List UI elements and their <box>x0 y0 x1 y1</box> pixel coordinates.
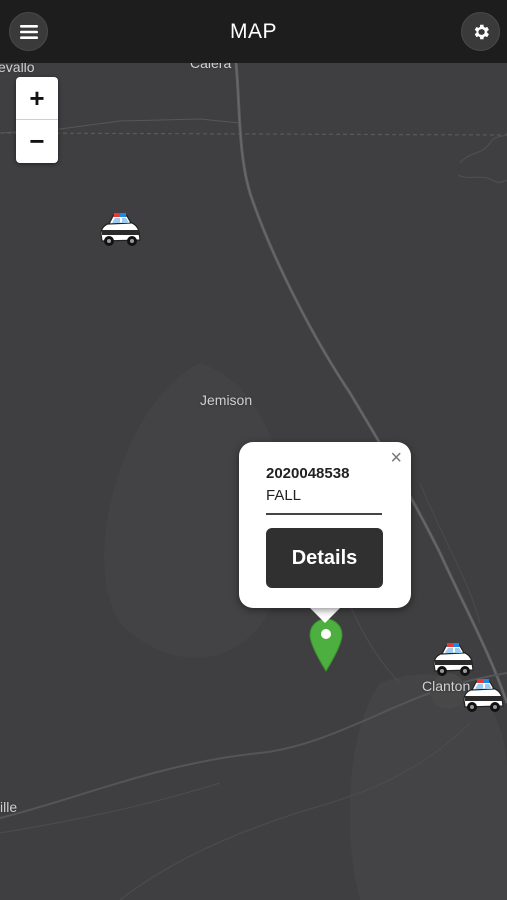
settings-button[interactable] <box>461 12 500 51</box>
page-title: MAP <box>229 20 277 43</box>
zoom-in-button[interactable]: + <box>16 77 58 120</box>
incident-type: FALL <box>266 487 302 504</box>
details-button[interactable]: Details <box>266 528 383 588</box>
police-car-icon[interactable] <box>97 210 143 248</box>
app-header: MAP <box>0 0 507 63</box>
map-pin-icon[interactable] <box>309 618 343 672</box>
police-car-icon[interactable] <box>460 676 506 714</box>
zoom-control: + − <box>16 77 58 163</box>
zoom-out-button[interactable]: − <box>16 120 58 162</box>
incident-number: 2020048538 <box>266 465 350 482</box>
place-label-center: Jemison <box>200 392 253 408</box>
police-car-icon[interactable] <box>430 640 476 678</box>
gear-icon <box>474 24 489 39</box>
place-label-bottom-left: ille <box>0 799 18 815</box>
incident-popup: × 2020048538 FALL Details <box>239 442 411 608</box>
popup-divider <box>266 513 382 515</box>
place-label-top-left: evallo <box>0 63 35 75</box>
place-label-top-center: Calera <box>190 63 232 71</box>
close-icon[interactable]: × <box>390 448 402 468</box>
